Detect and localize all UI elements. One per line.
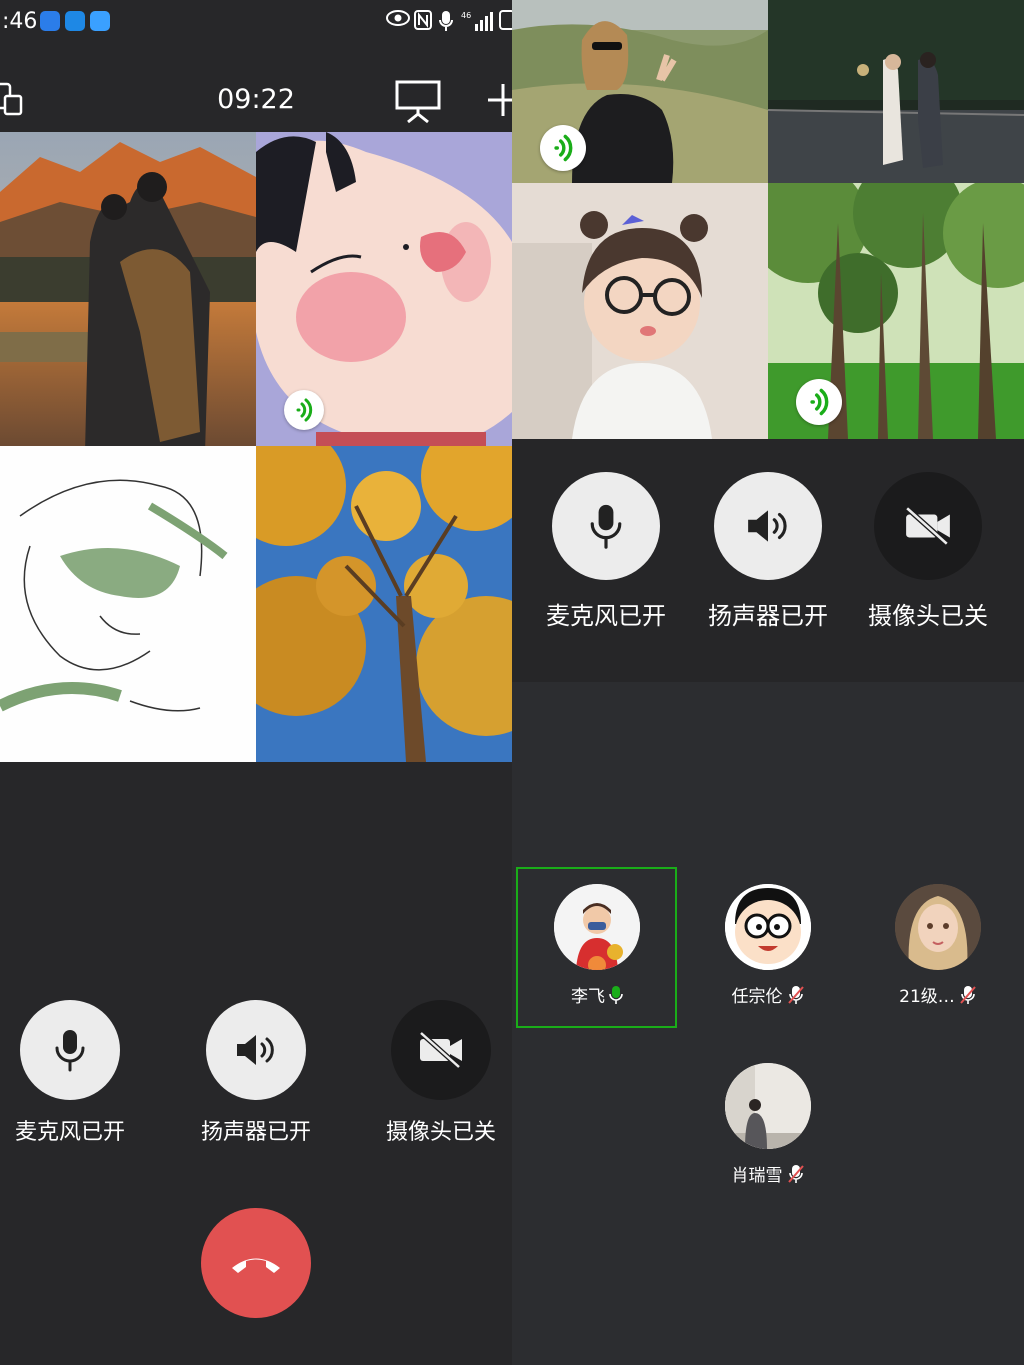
- signal-icon: 46: [461, 10, 493, 37]
- svg-text:46: 46: [461, 11, 471, 20]
- video-tile-sketch[interactable]: [0, 446, 256, 762]
- mic-status-icon: [439, 10, 453, 37]
- video-tile-little-girl[interactable]: [512, 183, 768, 439]
- video-tile-girl-mountain[interactable]: [512, 0, 768, 183]
- camera-toggle-button-right[interactable]: [874, 472, 982, 580]
- mic-toggle-button[interactable]: [20, 1000, 120, 1100]
- mic-icon: [55, 1030, 85, 1072]
- video-tile-forest[interactable]: [768, 183, 1024, 439]
- camera-off-icon: [905, 506, 950, 546]
- mic-toggle-button-right[interactable]: [552, 472, 660, 580]
- mic-label-right: 麦克风已开: [546, 602, 666, 630]
- member-name: 任宗伦: [731, 987, 783, 1007]
- member-name: 21级…: [899, 987, 955, 1007]
- hangup-button[interactable]: [201, 1208, 311, 1318]
- member-name: 李飞: [571, 987, 605, 1007]
- speaker-icon: [237, 1035, 274, 1065]
- avatar: [895, 884, 981, 970]
- hangup-icon: [232, 1258, 280, 1273]
- member-item[interactable]: 21级…: [858, 884, 1018, 1007]
- mic-control[interactable]: 麦克风已开: [8, 1000, 132, 1146]
- camera-label: 摄像头已关: [385, 1120, 496, 1145]
- speaker-control[interactable]: 扬声器已开: [194, 1000, 318, 1146]
- voice-activity-icon: [540, 125, 586, 171]
- add-member-icon[interactable]: [488, 82, 512, 122]
- camera-toggle-button[interactable]: [391, 1000, 491, 1100]
- member-name: 肖瑞雪: [731, 1166, 783, 1186]
- speaker-toggle-button-right[interactable]: [714, 472, 822, 580]
- search-app-icon: [65, 11, 85, 31]
- mic-muted-icon: [960, 985, 976, 1004]
- camera-control[interactable]: 摄像头已关: [379, 1000, 503, 1146]
- mic-muted-icon: [787, 985, 804, 1004]
- video-area: 麦克风已开 扬声器已开 摄像头已关: [512, 0, 1024, 682]
- voice-activity-icon: [796, 379, 842, 425]
- avatar: [725, 884, 811, 970]
- speaker-control-right[interactable]: 扬声器已开: [696, 472, 840, 631]
- call-screen-left: :46 46 09:22 麦克风已开 扬声器已开 摄像头已关: [0, 0, 512, 1365]
- video-tile-couple-running[interactable]: [768, 0, 1024, 183]
- battery-icon: [499, 10, 512, 35]
- host-badge-icon: [588, 956, 606, 970]
- mic-label: 麦克风已开: [14, 1120, 125, 1145]
- speaker-icon: [748, 510, 787, 542]
- member-item[interactable]: 肖瑞雪: [688, 1063, 848, 1186]
- avatar: [725, 1063, 811, 1149]
- mic-muted-icon: [787, 1164, 804, 1183]
- call-screen-right: 麦克风已开 扬声器已开 摄像头已关 李飞 任宗伦 21级… 肖瑞雪: [512, 0, 1024, 1365]
- camera-label-right: 摄像头已关: [868, 602, 988, 630]
- camera-control-right[interactable]: 摄像头已关: [856, 472, 1000, 631]
- avatar: [554, 884, 640, 970]
- member-item[interactable]: 任宗伦: [688, 884, 848, 1007]
- video-tile-couple[interactable]: [0, 132, 256, 446]
- mic-icon: [590, 504, 622, 549]
- camera-off-icon: [419, 1031, 462, 1069]
- voice-activity-icon: [284, 390, 324, 430]
- member-item[interactable]: 李飞: [517, 884, 677, 1007]
- video-tile-autumn-trees[interactable]: [256, 446, 512, 762]
- speaker-toggle-button[interactable]: [206, 1000, 306, 1100]
- nfc-icon: [414, 10, 432, 35]
- weather-app-icon: [90, 11, 110, 31]
- status-bar: :46 46: [0, 0, 512, 44]
- eye-icon: [386, 10, 410, 31]
- status-time: :46: [2, 9, 38, 34]
- mic-active-icon: [609, 985, 623, 1004]
- app-notification-icon: [40, 11, 60, 31]
- video-tile-cartoon-face[interactable]: [256, 132, 512, 446]
- screen-share-icon[interactable]: [394, 78, 442, 128]
- mic-control-right[interactable]: 麦克风已开: [534, 472, 678, 631]
- speaker-label: 扬声器已开: [200, 1120, 311, 1145]
- speaker-label-right: 扬声器已开: [708, 602, 828, 630]
- video-call-screens: :46 46 09:22 麦克风已开 扬声器已开 摄像头已关 麦克风已开 扬声器…: [0, 0, 1024, 1365]
- call-top-bar: 09:22: [0, 70, 512, 132]
